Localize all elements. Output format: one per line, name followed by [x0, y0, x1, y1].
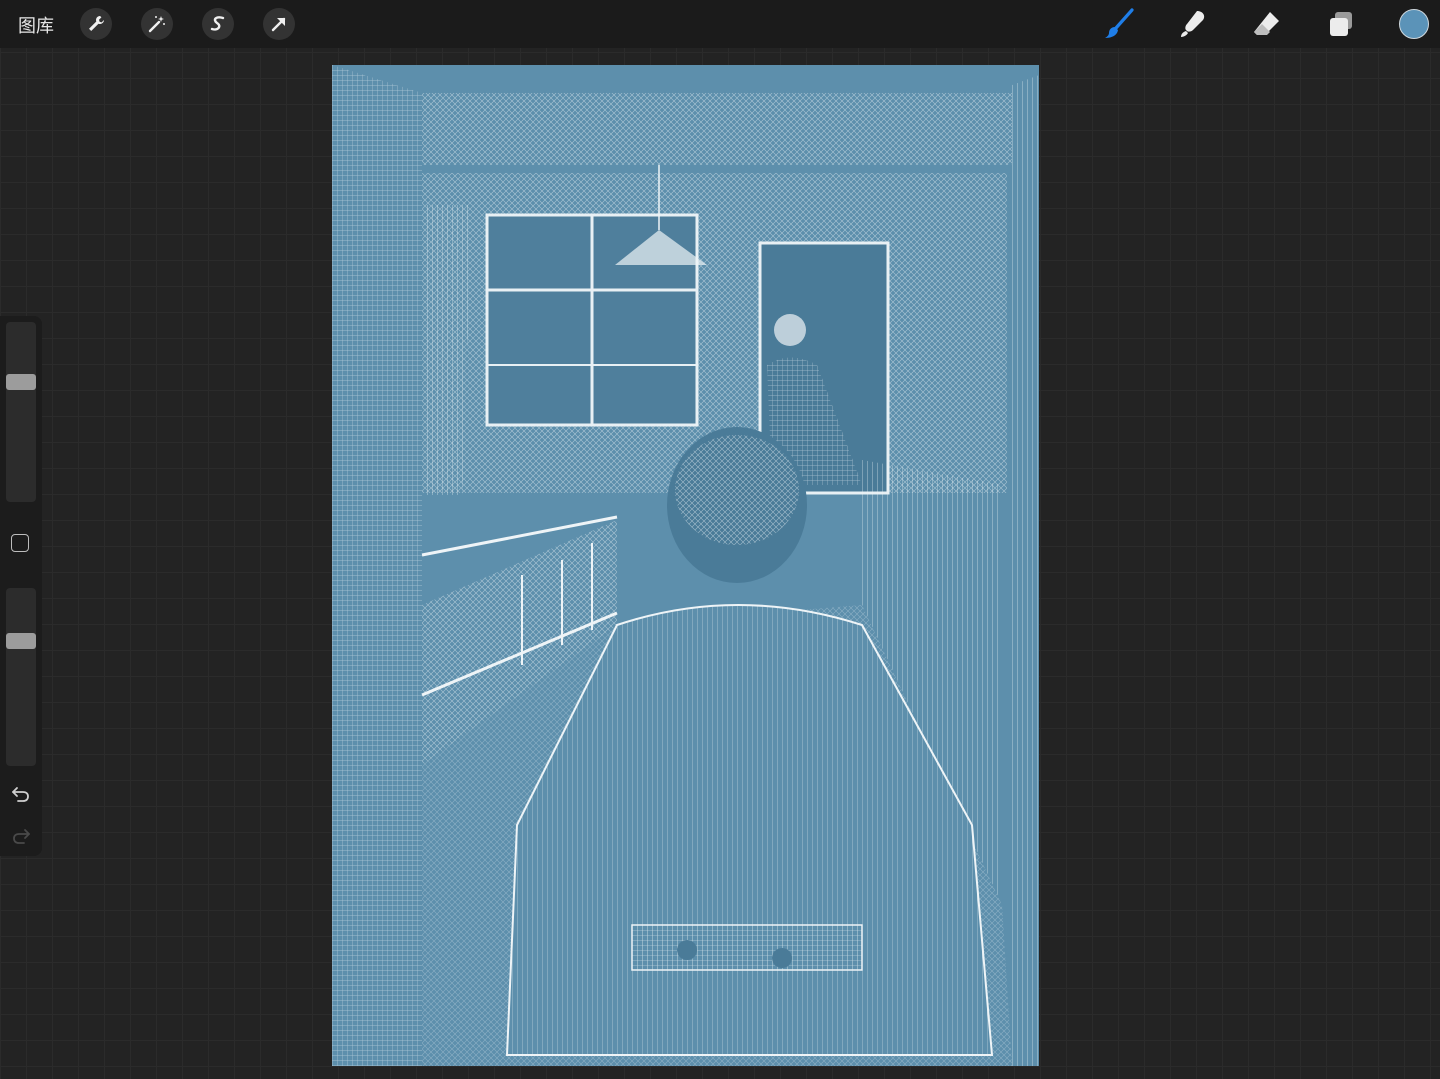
brush-size-handle[interactable]	[6, 374, 36, 390]
transform-arrow-icon	[271, 17, 286, 32]
selection-s-icon	[210, 16, 225, 31]
undo-icon[interactable]	[10, 784, 32, 804]
gallery-button[interactable]: 图库	[18, 12, 54, 38]
transform-button[interactable]	[263, 8, 295, 40]
top-toolbar: 图库	[0, 0, 1440, 48]
artwork-illustration	[332, 65, 1039, 1066]
paint-tool[interactable]	[1101, 6, 1137, 42]
side-toolbar	[0, 316, 42, 856]
wrench-icon	[89, 16, 104, 31]
eraser-tool[interactable]	[1249, 6, 1285, 42]
adjustments-button[interactable]	[141, 8, 173, 40]
brush-size-slider[interactable]	[6, 322, 36, 502]
selection-button[interactable]	[202, 8, 234, 40]
brush-icon	[1105, 8, 1134, 38]
layers-icon	[1330, 12, 1352, 36]
drawing-canvas[interactable]	[332, 65, 1039, 1066]
eraser-icon	[1254, 12, 1279, 35]
redo-icon[interactable]	[10, 826, 32, 846]
opacity-slider[interactable]	[6, 588, 36, 766]
actions-button[interactable]	[80, 8, 112, 40]
opacity-handle[interactable]	[6, 633, 36, 649]
modify-button[interactable]	[11, 534, 29, 552]
layers-tool[interactable]	[1323, 6, 1359, 42]
smudge-icon	[1181, 11, 1205, 37]
smudge-tool[interactable]	[1175, 6, 1211, 42]
magic-wand-icon	[148, 16, 165, 33]
color-picker-button[interactable]	[1399, 9, 1429, 39]
